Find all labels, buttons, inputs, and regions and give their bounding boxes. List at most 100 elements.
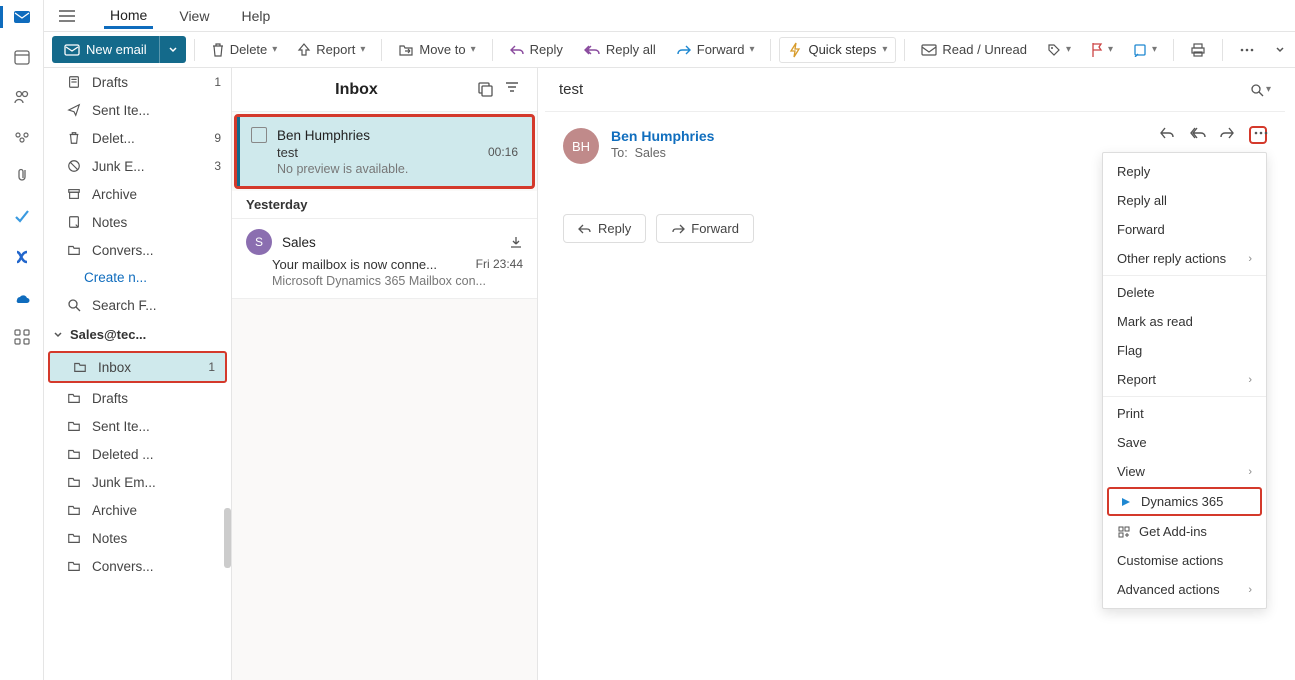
reply-all-label: Reply all [606,42,656,57]
scrollbar-thumb[interactable] [224,508,231,568]
delete-button[interactable]: Delete▾ [203,37,286,63]
report-button[interactable]: Report▾ [289,37,373,63]
more-actions-icon[interactable] [1249,126,1267,144]
groups-rail-icon[interactable] [11,126,33,148]
menu-mark-as-read[interactable]: Mark as read [1103,307,1266,336]
menu-help[interactable]: Help [235,4,276,28]
menu-forward[interactable]: Forward [1103,215,1266,244]
account-header[interactable]: Sales@tec... [44,319,231,350]
new-email-dropdown[interactable] [159,36,186,63]
folder-junkem[interactable]: Junk Em... [44,468,231,496]
menu-other-reply-actions[interactable]: Other reply actions› [1103,244,1266,273]
folder-label: Archive [92,503,137,518]
folder-drafts[interactable]: Drafts [44,384,231,412]
folder-notes[interactable]: Notes [44,524,231,552]
folder-icon [66,418,82,434]
filter-icon[interactable] [505,81,523,99]
folder-sentite[interactable]: Sent Ite... [44,412,231,440]
more-toolbar-button[interactable] [1231,42,1263,58]
to-line: To: Sales [611,146,714,160]
reply-button[interactable]: Reply [563,214,646,243]
folder-delet[interactable]: Delet...9 [44,124,231,152]
folder-label: Inbox [98,360,131,375]
reply-all-icon[interactable] [1189,126,1207,144]
mail-rail-icon[interactable] [11,6,33,28]
message-subject: test [277,145,488,160]
search-icon [66,297,82,313]
folder-sentite[interactable]: Sent Ite... [44,96,231,124]
folder-convers[interactable]: Convers... [44,236,231,264]
tag-button[interactable]: ▾ [1039,38,1079,62]
message-item[interactable]: SSales Your mailbox is now conne...Fri 2… [232,219,537,299]
message-time: 00:16 [488,145,518,160]
folder-notes[interactable]: Notes [44,208,231,236]
menu-view[interactable]: View› [1103,457,1266,486]
folder-inbox[interactable]: Inbox1 [48,351,227,383]
calendar-rail-icon[interactable] [11,46,33,68]
menu-item-label: Other reply actions [1117,251,1226,266]
pin-button[interactable]: ▾ [1125,38,1165,62]
menu-delete[interactable]: Delete [1103,278,1266,307]
new-email-button[interactable]: New email [52,36,159,63]
folder-drafts[interactable]: Drafts1 [44,68,231,96]
hamburger-icon[interactable] [56,5,78,27]
flag-button[interactable]: ▾ [1083,37,1121,63]
people-rail-icon[interactable] [11,86,33,108]
menu-customise-actions[interactable]: Customise actions [1103,546,1266,575]
read-unread-button[interactable]: Read / Unread [913,37,1035,62]
forward-button-toolbar[interactable]: Forward▾ [668,37,763,62]
menu-dynamics-365[interactable]: Dynamics 365 [1107,487,1262,516]
folder-label: Convers... [92,559,154,574]
menu-reply[interactable]: Reply [1103,157,1266,186]
menu-reply-all[interactable]: Reply all [1103,186,1266,215]
menu-view[interactable]: View [173,4,215,28]
folder-archive[interactable]: Archive [44,180,231,208]
menu-advanced-actions[interactable]: Advanced actions› [1103,575,1266,604]
draft-icon [66,74,82,90]
message-item[interactable]: Ben Humphries test00:16 No preview is av… [234,114,535,189]
message-subject: Your mailbox is now conne... [272,257,476,272]
more-apps-rail-icon[interactable] [11,326,33,348]
menu-save[interactable]: Save [1103,428,1266,457]
folder-deleted[interactable]: Deleted ... [44,440,231,468]
forward-button[interactable]: Forward [656,214,754,243]
print-button[interactable] [1182,38,1214,62]
reply-btn-label: Reply [598,221,631,236]
collapse-ribbon-button[interactable] [1267,40,1293,60]
folder-icon [66,446,82,462]
message-group: Yesterday [232,191,537,219]
zoom-button[interactable]: ▾ [1250,83,1271,97]
onedrive-rail-icon[interactable] [11,286,33,308]
message-sender: Ben Humphries [277,128,370,143]
chevron-down-icon [52,329,64,341]
message-checkbox[interactable] [251,127,267,143]
reply-button-toolbar[interactable]: Reply [501,37,571,62]
move-to-label: Move to [419,42,465,57]
todo-rail-icon[interactable] [11,206,33,228]
folder-archive[interactable]: Archive [44,496,231,524]
download-icon[interactable] [509,235,523,249]
folder-label: Deleted ... [92,447,154,462]
folder-icon [66,558,82,574]
search-folders[interactable]: Search F... [44,291,231,319]
folder-count: 1 [214,75,221,89]
folder-convers[interactable]: Convers... [44,552,231,580]
menu-report[interactable]: Report› [1103,365,1266,394]
folder-junke[interactable]: Junk E...3 [44,152,231,180]
quick-steps-button[interactable]: Quick steps▾ [779,37,896,63]
move-to-button[interactable]: Move to▾ [390,37,483,62]
menu-get-add-ins[interactable]: Get Add-ins [1103,517,1266,546]
app1-rail-icon[interactable] [11,246,33,268]
menu-home[interactable]: Home [104,3,153,29]
forward-icon[interactable] [1219,126,1237,144]
menu-print[interactable]: Print [1103,399,1266,428]
reply-all-button-toolbar[interactable]: Reply all [575,37,664,62]
select-mode-icon[interactable] [477,81,495,99]
create-folder-link[interactable]: Create n... [44,264,231,291]
message-preview: Microsoft Dynamics 365 Mailbox con... [272,274,523,288]
folder-label: Junk E... [92,159,145,174]
menu-flag[interactable]: Flag [1103,336,1266,365]
delete-label: Delete [230,42,268,57]
reply-icon[interactable] [1159,126,1177,144]
files-rail-icon[interactable] [11,166,33,188]
